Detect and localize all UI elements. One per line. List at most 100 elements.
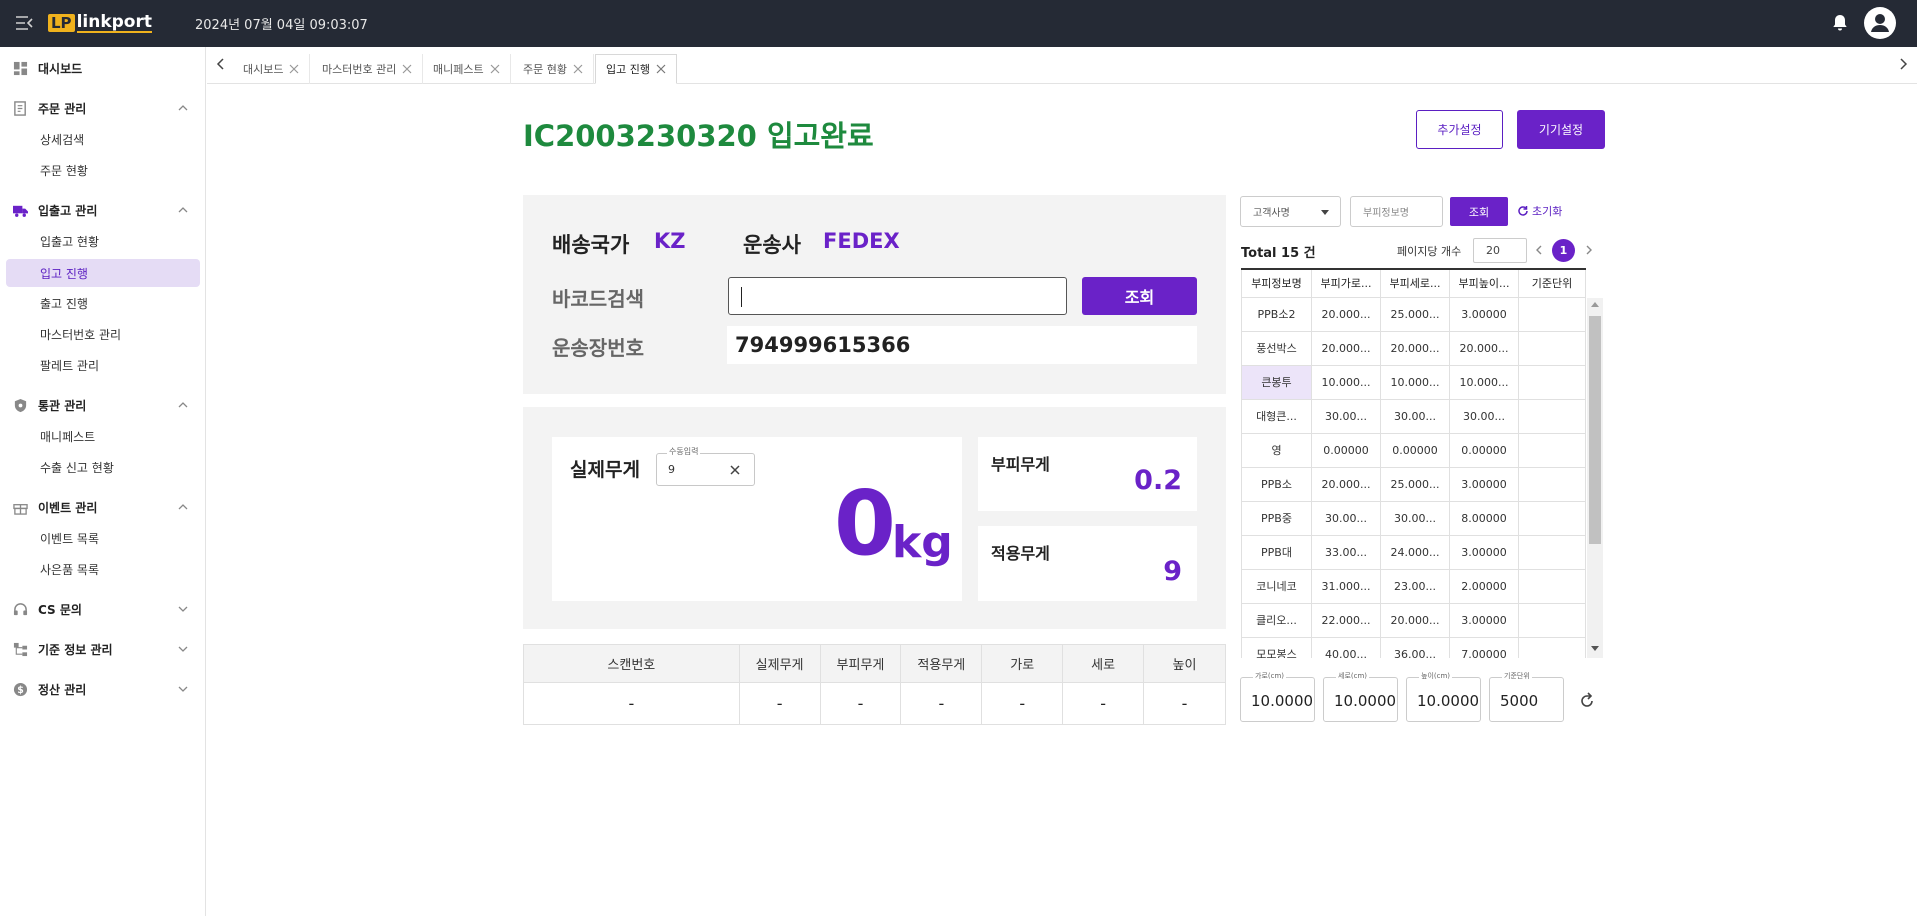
table-row[interactable]: 클리오... 22.000... 20.000... 3.00000 bbox=[1241, 602, 1586, 638]
sidebar-item-inbound-progress[interactable]: 입고 진행 bbox=[6, 259, 200, 287]
tab-dashboard[interactable]: 대시보드 bbox=[233, 54, 311, 84]
sidebar-item-gift-list[interactable]: 사은품 목록 bbox=[6, 555, 200, 583]
per-page-input[interactable]: 20 bbox=[1473, 238, 1527, 263]
sidebar-group-base-info[interactable]: 기준 정보 관리 bbox=[0, 636, 206, 662]
table-cell[interactable]: PPB소2 bbox=[1241, 296, 1312, 332]
table-cell[interactable] bbox=[1518, 330, 1586, 366]
table-cell[interactable] bbox=[1518, 398, 1586, 434]
table-cell[interactable]: 31.000... bbox=[1311, 568, 1381, 604]
table-cell[interactable]: 3.00000 bbox=[1449, 296, 1519, 332]
table-cell[interactable]: 24.000... bbox=[1380, 534, 1450, 570]
table-cell[interactable]: 0.00000 bbox=[1449, 432, 1519, 468]
tab-master-no[interactable]: 마스터번호 관리 bbox=[312, 54, 424, 84]
sidebar-item-export-decl[interactable]: 수출 신고 현황 bbox=[6, 453, 200, 481]
table-cell[interactable]: 20.000... bbox=[1311, 330, 1381, 366]
table-row[interactable]: PPB중 30.00... 30.00... 8.00000 bbox=[1241, 500, 1586, 536]
sidebar-item-detail-search[interactable]: 상세검색 bbox=[6, 125, 200, 153]
logo[interactable]: LP linkport bbox=[48, 11, 152, 35]
table-cell[interactable]: 코니네코 bbox=[1241, 568, 1312, 604]
sidebar-item-order-status[interactable]: 주문 현황 bbox=[6, 156, 200, 184]
reset-button[interactable]: 초기화 bbox=[1517, 203, 1562, 219]
close-icon[interactable] bbox=[402, 64, 412, 74]
table-cell[interactable]: 23.00... bbox=[1380, 568, 1450, 604]
dim-unit-field[interactable]: 기준단위 5000 bbox=[1489, 671, 1564, 722]
dim-depth-field[interactable]: 세로(cm) 10.0000 bbox=[1323, 671, 1398, 722]
table-cell[interactable]: PPB대 bbox=[1241, 534, 1312, 570]
table-cell[interactable]: 30.00... bbox=[1380, 398, 1450, 434]
volume-col-header[interactable]: 부피높이... bbox=[1449, 268, 1519, 298]
table-cell[interactable]: 33.00... bbox=[1311, 534, 1381, 570]
sidebar-group-inout[interactable]: 입출고 관리 bbox=[0, 197, 206, 223]
table-cell[interactable]: 20.000... bbox=[1380, 602, 1450, 638]
table-cell[interactable] bbox=[1518, 364, 1586, 400]
grid-scrollbar[interactable] bbox=[1587, 298, 1603, 658]
table-row[interactable]: PPB소2 20.000... 25.000... 3.00000 bbox=[1241, 296, 1586, 332]
table-row[interactable]: 코니네코 31.000... 23.00... 2.00000 bbox=[1241, 568, 1586, 604]
chevron-right-icon[interactable] bbox=[1584, 244, 1594, 256]
scroll-down-icon[interactable] bbox=[1591, 646, 1599, 651]
table-cell[interactable]: 20.000... bbox=[1311, 296, 1381, 332]
table-cell[interactable] bbox=[1518, 568, 1586, 604]
table-cell[interactable]: 영 bbox=[1241, 432, 1312, 468]
barcode-search-button[interactable]: 조회 bbox=[1082, 277, 1197, 315]
table-cell[interactable]: 클리오... bbox=[1241, 602, 1312, 638]
table-cell[interactable]: 큰봉투 bbox=[1241, 364, 1312, 400]
sidebar-item-inout-status[interactable]: 입출고 현황 bbox=[6, 227, 200, 255]
sidebar-group-event[interactable]: 이벤트 관리 bbox=[0, 494, 206, 520]
volume-col-header[interactable]: 부피가로... bbox=[1311, 268, 1381, 298]
sidebar-item-event-list[interactable]: 이벤트 목록 bbox=[6, 524, 200, 552]
tab-manifest[interactable]: 매니페스트 bbox=[423, 54, 511, 84]
table-cell[interactable]: 30.00... bbox=[1311, 500, 1381, 536]
table-row[interactable]: PPB소 20.000... 25.000... 3.00000 bbox=[1241, 466, 1586, 502]
sidebar-item-manifest[interactable]: 매니페스트 bbox=[6, 422, 200, 450]
table-cell[interactable] bbox=[1518, 296, 1586, 332]
table-cell[interactable]: 30.00... bbox=[1311, 398, 1381, 434]
close-icon[interactable] bbox=[490, 64, 500, 74]
volume-col-header[interactable]: 기준단위 bbox=[1518, 268, 1586, 298]
table-cell[interactable]: 20.000... bbox=[1449, 330, 1519, 366]
tab-inbound-progress[interactable]: 입고 진행 bbox=[595, 54, 677, 84]
sidebar-item-outbound-progress[interactable]: 출고 진행 bbox=[6, 289, 200, 317]
table-cell[interactable] bbox=[1518, 466, 1586, 502]
tab-order-status[interactable]: 주문 현황 bbox=[513, 54, 594, 84]
clear-icon[interactable] bbox=[729, 464, 741, 476]
close-icon[interactable] bbox=[289, 64, 299, 74]
table-cell[interactable]: 20.000... bbox=[1380, 330, 1450, 366]
volume-col-header[interactable]: 부피세로... bbox=[1380, 268, 1450, 298]
table-row[interactable]: 대형큰... 30.00... 30.00... 30.00... bbox=[1241, 398, 1586, 434]
table-row[interactable]: 큰봉투 10.000... 10.000... 10.000... bbox=[1241, 364, 1586, 400]
table-cell[interactable]: 25.000... bbox=[1380, 296, 1450, 332]
extra-settings-button[interactable]: 추가설정 bbox=[1416, 110, 1503, 149]
table-cell[interactable]: 25.000... bbox=[1380, 466, 1450, 502]
table-cell[interactable] bbox=[1518, 534, 1586, 570]
table-cell[interactable]: 22.000... bbox=[1311, 602, 1381, 638]
table-cell[interactable]: 8.00000 bbox=[1449, 500, 1519, 536]
table-cell[interactable]: 36.00... bbox=[1380, 636, 1450, 658]
sidebar-group-settlement[interactable]: $ 정산 관리 bbox=[0, 676, 206, 702]
table-cell[interactable]: 모모봉스 bbox=[1241, 636, 1312, 658]
device-settings-button[interactable]: 기기설정 bbox=[1517, 110, 1605, 149]
table-row[interactable]: PPB대 33.00... 24.000... 3.00000 bbox=[1241, 534, 1586, 570]
sidebar-group-customs[interactable]: 통관 관리 bbox=[0, 392, 206, 418]
table-cell[interactable]: 7.00000 bbox=[1449, 636, 1519, 658]
manual-weight-input[interactable]: 수동입력 9 bbox=[656, 446, 755, 486]
table-cell[interactable]: 10.000... bbox=[1311, 364, 1381, 400]
dim-width-field[interactable]: 가로(cm) 10.0000 bbox=[1240, 671, 1315, 722]
chevron-left-icon[interactable] bbox=[1534, 244, 1544, 256]
menu-collapse-icon[interactable] bbox=[14, 14, 34, 32]
sidebar-group-cs[interactable]: CS 문의 bbox=[0, 596, 206, 622]
volume-name-input[interactable]: 부피정보명 bbox=[1350, 196, 1443, 227]
table-cell[interactable]: 40.00... bbox=[1311, 636, 1381, 658]
table-cell[interactable] bbox=[1518, 636, 1586, 658]
table-cell[interactable]: 0.00000 bbox=[1311, 432, 1381, 468]
avatar[interactable] bbox=[1864, 7, 1896, 39]
table-cell[interactable]: 3.00000 bbox=[1449, 466, 1519, 502]
volume-search-button[interactable]: 조회 bbox=[1450, 197, 1508, 226]
refresh-icon[interactable] bbox=[1578, 690, 1596, 710]
scroll-thumb[interactable] bbox=[1589, 316, 1601, 544]
table-cell[interactable]: 30.00... bbox=[1449, 398, 1519, 434]
table-row[interactable]: 영 0.00000 0.00000 0.00000 bbox=[1241, 432, 1586, 468]
table-cell[interactable] bbox=[1518, 602, 1586, 638]
table-cell[interactable]: 3.00000 bbox=[1449, 602, 1519, 638]
close-icon[interactable] bbox=[656, 64, 666, 74]
